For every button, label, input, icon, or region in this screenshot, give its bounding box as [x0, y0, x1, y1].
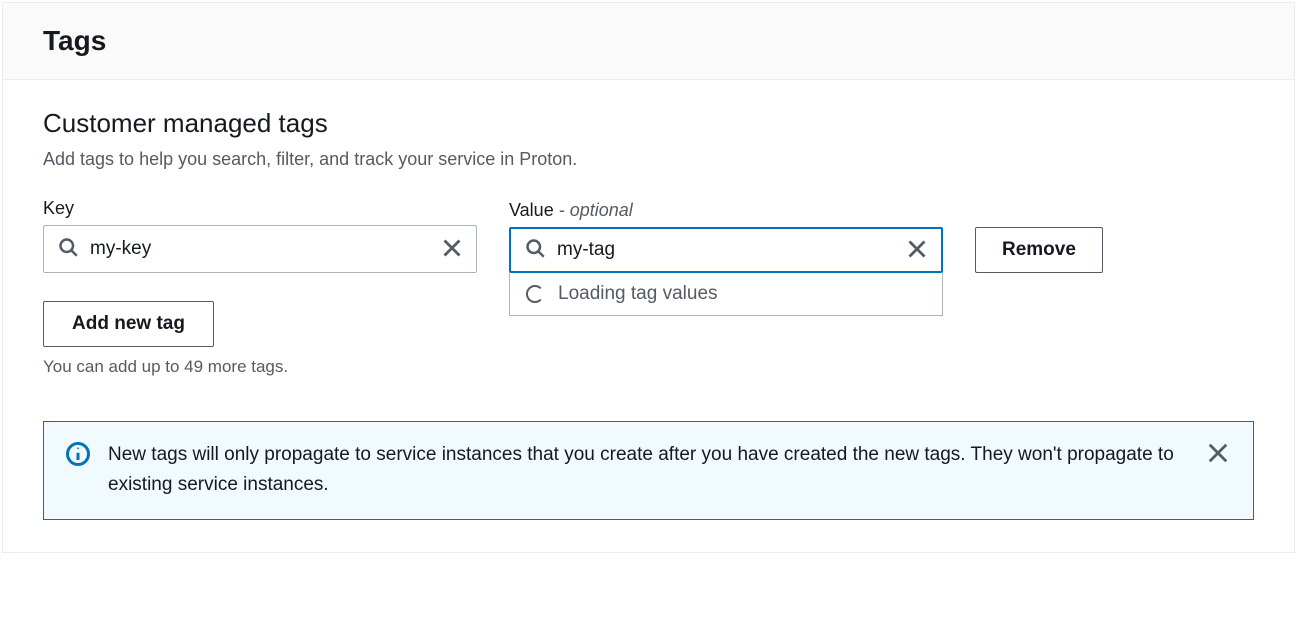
close-icon	[907, 239, 927, 262]
search-icon	[58, 237, 78, 262]
value-dropdown[interactable]: Loading tag values	[509, 273, 943, 316]
loading-item: Loading tag values	[510, 273, 942, 315]
search-icon	[525, 238, 545, 263]
section-heading: Customer managed tags	[43, 108, 1254, 139]
section-description: Add tags to help you search, filter, and…	[43, 149, 1254, 170]
key-input-wrap[interactable]	[43, 225, 477, 273]
value-column: Loading tag values	[509, 227, 943, 273]
panel-title: Tags	[43, 25, 1254, 57]
alert-text: New tags will only propagate to service …	[108, 440, 1187, 501]
loading-text: Loading tag values	[558, 283, 718, 305]
value-input-wrap[interactable]	[509, 227, 943, 273]
value-input[interactable]	[545, 229, 893, 271]
key-clear-button[interactable]	[428, 238, 476, 261]
key-input[interactable]	[78, 226, 428, 272]
add-new-tag-button[interactable]: Add new tag	[43, 301, 214, 347]
tag-limit-hint: You can add up to 49 more tags.	[43, 357, 1254, 377]
value-field: Value - optional	[509, 200, 943, 273]
value-label-text: Value	[509, 200, 554, 220]
panel-body: Customer managed tags Add tags to help y…	[3, 80, 1294, 552]
key-field: Key	[43, 198, 477, 273]
value-clear-button[interactable]	[893, 239, 941, 262]
close-icon	[442, 238, 462, 261]
tags-panel: Tags Customer managed tags Add tags to h…	[2, 2, 1295, 553]
value-optional-suffix: - optional	[559, 200, 633, 220]
value-label: Value - optional	[509, 200, 943, 221]
panel-header: Tags	[3, 3, 1294, 80]
key-label: Key	[43, 198, 477, 219]
tag-row: Key	[43, 198, 1254, 273]
remove-button[interactable]: Remove	[975, 227, 1103, 273]
info-alert: New tags will only propagate to service …	[43, 421, 1254, 520]
alert-close-button[interactable]	[1205, 440, 1231, 469]
spinner-icon	[526, 285, 544, 303]
close-icon	[1207, 452, 1229, 467]
info-icon	[66, 442, 90, 471]
